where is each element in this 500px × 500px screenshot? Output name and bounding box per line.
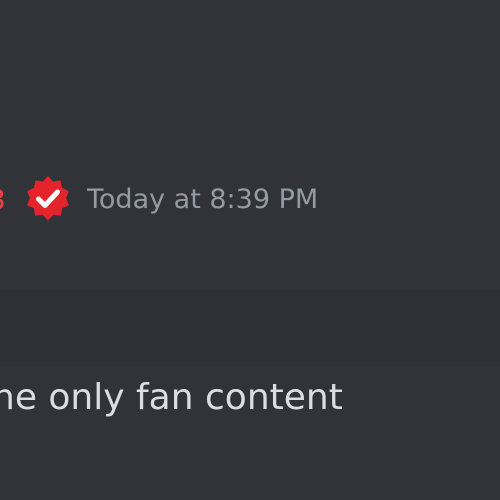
message-timestamp[interactable]: Today at 8:39 PM bbox=[87, 181, 318, 219]
message-content: he only fan content bbox=[0, 377, 343, 418]
verified-check-icon[interactable] bbox=[22, 173, 74, 225]
chat-area: 3 Today at 8:39 PM he only fan content bbox=[0, 0, 500, 500]
message-header: 3 Today at 8:39 PM bbox=[0, 168, 500, 232]
author-username[interactable]: 3 bbox=[0, 180, 6, 220]
chat-message[interactable]: 3 Today at 8:39 PM he only fan content bbox=[0, 0, 500, 500]
